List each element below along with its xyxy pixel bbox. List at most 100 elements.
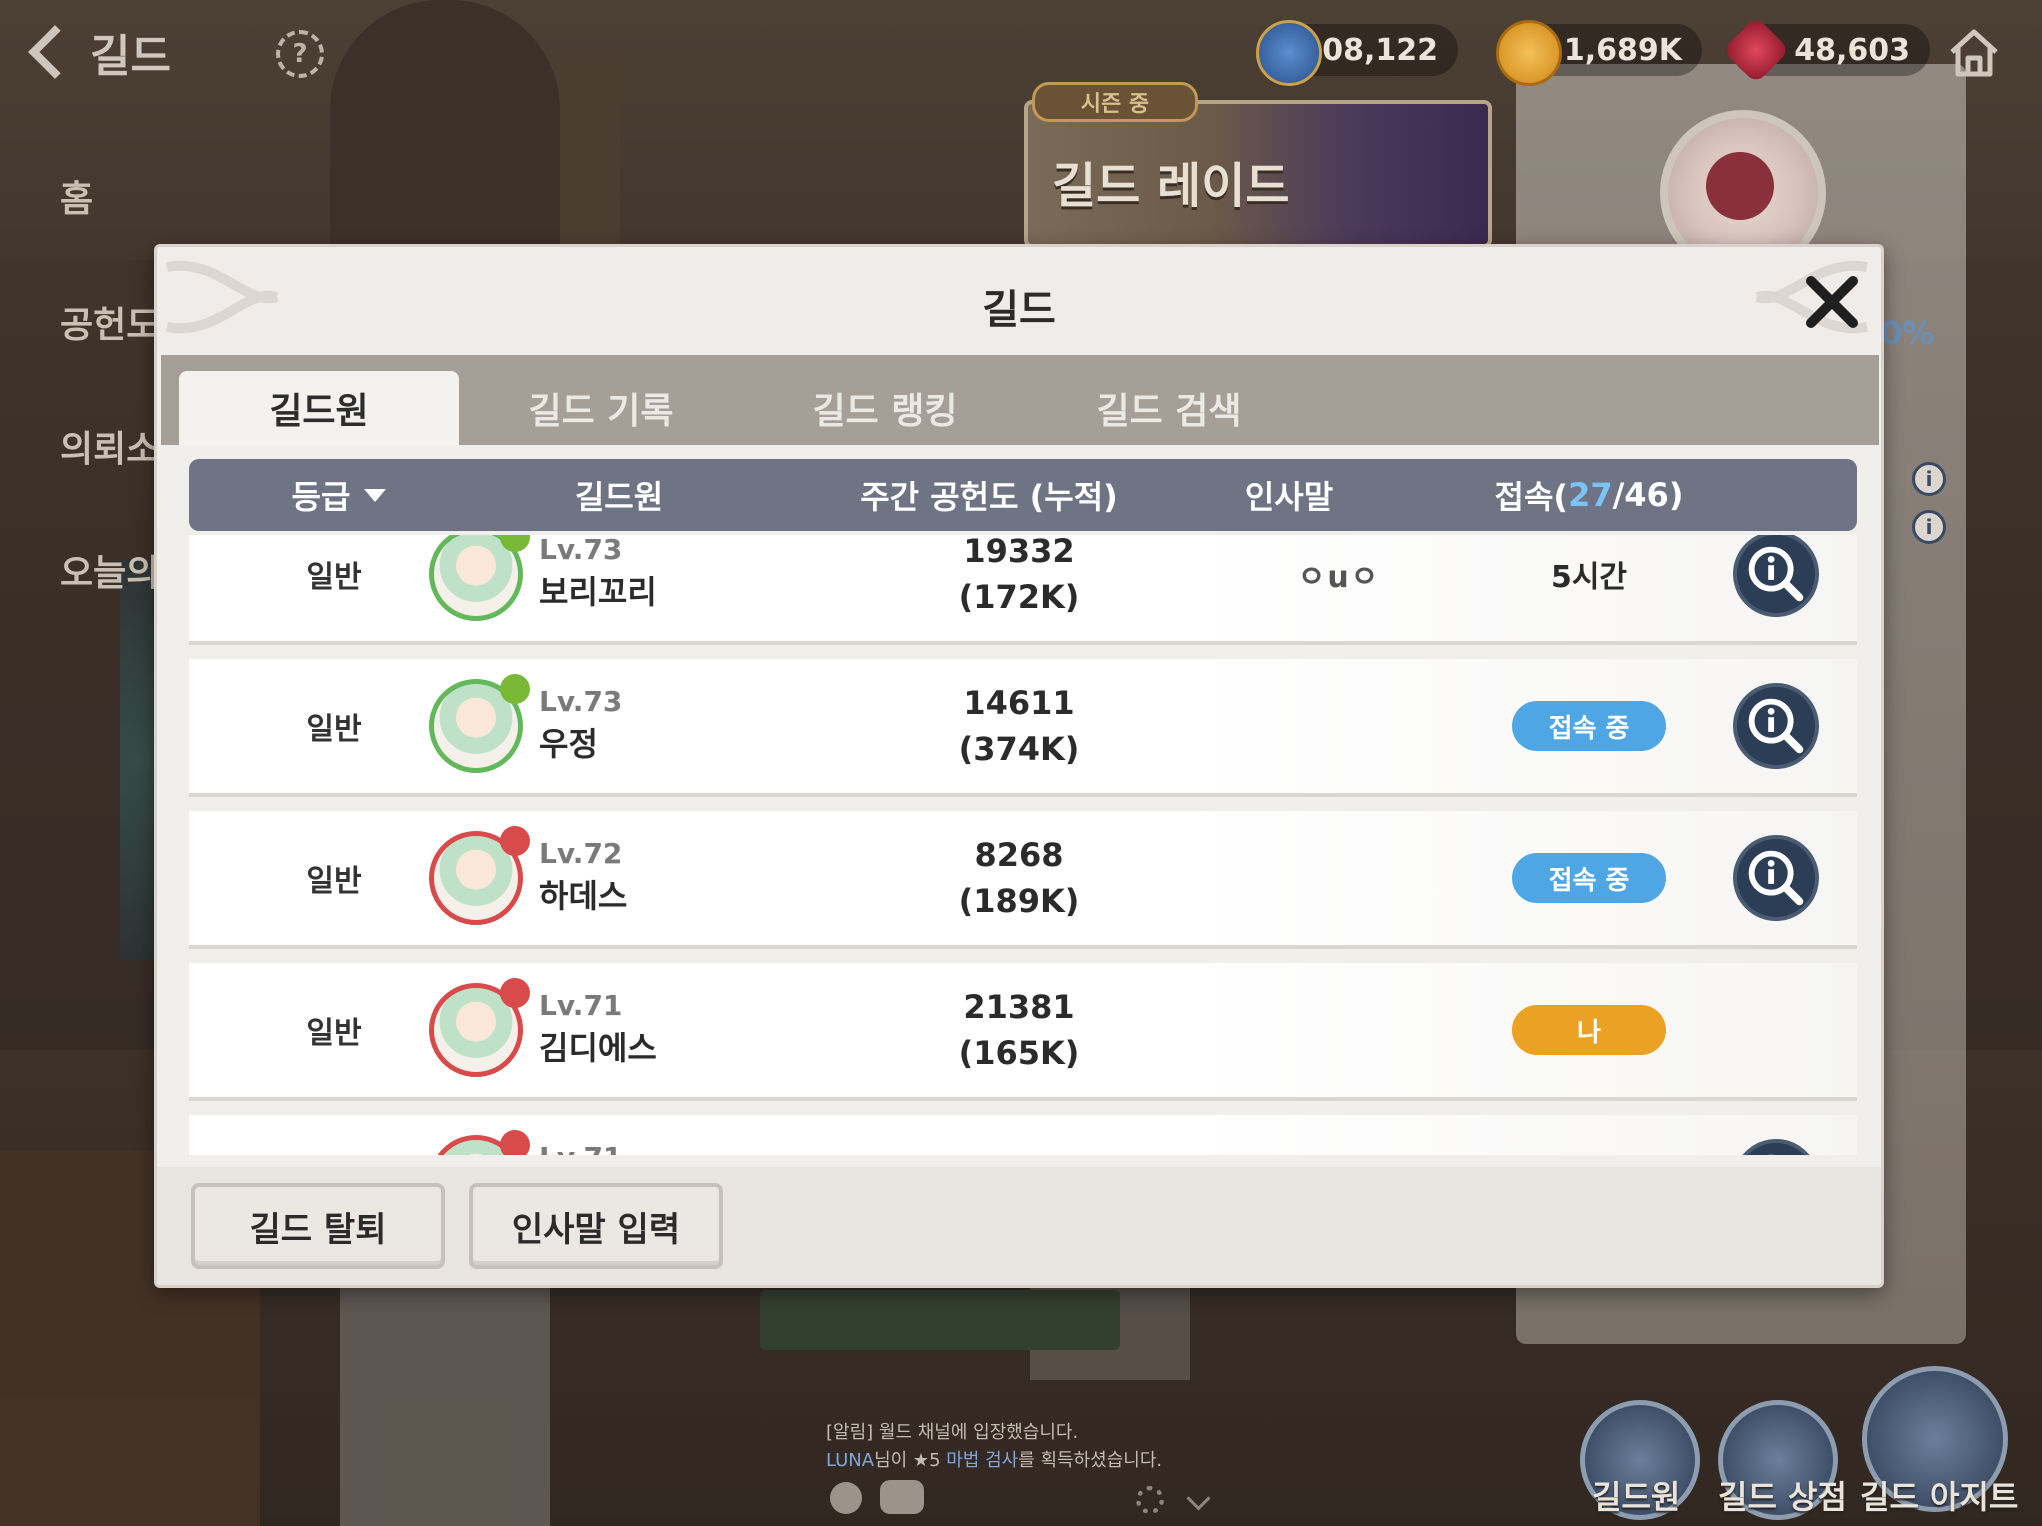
modal-header: 길드 [157, 247, 1881, 353]
member-level: Lv.71 [539, 1141, 622, 1155]
back-button[interactable]: 길드 [24, 22, 174, 82]
currency-gem: 48,603 [1722, 16, 1930, 84]
member-contribution: 12098 [889, 1115, 1149, 1155]
info-icon[interactable]: i [1912, 462, 1946, 496]
table-row[interactable]: 일반 Lv.73 우정 14611 (374K) 접속 중 [189, 659, 1857, 797]
member-detail-button[interactable] [1733, 683, 1819, 769]
weekly-contribution: 8268 [974, 836, 1064, 874]
magnifier-info-icon [1748, 546, 1804, 602]
member-detail-button[interactable] [1733, 1139, 1819, 1155]
progress-percent: 0% [1880, 314, 1935, 352]
emoji-icon[interactable] [830, 1482, 862, 1514]
leave-guild-button[interactable]: 길드 탈퇴 [191, 1183, 445, 1269]
member-avatar [429, 826, 530, 925]
currency-value: 48,603 [1794, 32, 1910, 68]
rank-badge-icon [500, 535, 530, 552]
member-name: 보리꼬리 [539, 573, 657, 611]
online-badge: 접속 중 [1512, 853, 1666, 903]
gem-icon [1722, 16, 1790, 84]
chat-user: LUNA [826, 1450, 875, 1471]
currency-guild-coin: 108,122 [1256, 20, 1458, 86]
member-avatar [429, 535, 530, 621]
enter-greeting-button[interactable]: 인사말 입력 [469, 1183, 723, 1269]
currency-gold: 1,689K [1496, 20, 1702, 86]
currency-value: 1,689K [1563, 32, 1682, 68]
table-row[interactable]: 일반 Lv.71 김디에스 21381 (165K) 나 [189, 963, 1857, 1101]
member-greeting: ㅇuㅇ [1297, 560, 1381, 595]
rank-badge-icon [500, 1130, 530, 1155]
member-grade: 일반 [306, 560, 362, 595]
chat-message: LUNA님이 ★5 마법 검사를 획득하셨습니다. [826, 1446, 1162, 1472]
home-icon[interactable] [1946, 24, 2002, 80]
nav-label: 길드원 [1592, 1478, 1681, 1516]
tab-records[interactable]: 길드 기록 [461, 371, 741, 445]
weekly-contribution: 19332 [963, 535, 1075, 570]
guild-coin-icon [1256, 20, 1322, 86]
side-menu-today[interactable]: 오늘의 [60, 544, 159, 596]
member-contribution: 8268 (189K) [889, 811, 1149, 945]
guild-modal: 길드 길드원 길드 기록 길드 랭킹 길드 검색 등급 길드원 주간 공헌도 (… [154, 244, 1884, 1288]
member-status: 5시간 [1489, 535, 1689, 641]
online-badge: 접속 중 [1512, 701, 1666, 751]
member-level: Lv.71 [539, 989, 623, 1022]
chat-icon[interactable] [880, 1480, 924, 1514]
rows-viewport[interactable]: 일반 Lv.73 보리꼬리 19332 (172K) ㅇuㅇ 5시간 일반 Lv… [157, 535, 1881, 1155]
chat-text: 님이 ★5 [874, 1450, 947, 1471]
table-row[interactable]: 일반 Lv.72 하데스 8268 (189K) 접속 중 [189, 811, 1857, 949]
member-grade: 일반 [306, 1016, 362, 1051]
member-level: Lv.73 [539, 535, 623, 566]
access-total-count: /46) [1612, 476, 1684, 514]
rank-badge-icon [500, 978, 530, 1008]
member-level: Lv.73 [539, 685, 623, 718]
rank-badge-icon [500, 826, 530, 856]
close-icon[interactable] [1797, 267, 1867, 337]
help-icon[interactable]: ? [276, 30, 324, 78]
info-icon[interactable]: i [1912, 510, 1946, 544]
tab-ranking[interactable]: 길드 랭킹 [745, 371, 1025, 445]
member-status: 나 [1489, 963, 1689, 1097]
header-member: 길드원 [574, 478, 664, 516]
tab-members[interactable]: 길드원 [179, 371, 459, 445]
me-badge: 나 [1512, 1005, 1666, 1055]
member-contribution: 14611 (374K) [889, 659, 1149, 793]
nav-label: 길드 상점 [1718, 1478, 1847, 1516]
settings-gear-icon[interactable] [1136, 1486, 1164, 1514]
sort-down-icon [364, 488, 387, 502]
member-status: 접속 중 [1489, 811, 1689, 945]
member-name: 우정 [539, 725, 598, 763]
magnifier-info-icon [1748, 850, 1804, 906]
side-menu-home[interactable]: 홈 [60, 170, 93, 222]
member-level: Lv.72 [539, 837, 623, 870]
member-name: 김디에스 [539, 1029, 657, 1067]
header-contribution: 주간 공헌도 (누적) [860, 478, 1118, 516]
tab-search[interactable]: 길드 검색 [1029, 371, 1309, 445]
member-status: 접속 중 [1489, 659, 1689, 793]
chevron-left-icon [28, 25, 82, 79]
member-detail-button[interactable] [1733, 835, 1819, 921]
screen-title: 길드 [90, 31, 171, 82]
chat-message: [알림] 월드 채널에 입장했습니다. [826, 1422, 1079, 1443]
cumulative-contribution: (172K) [958, 578, 1080, 616]
side-menu-requests[interactable]: 의뢰소 [60, 420, 159, 472]
tab-bar: 길드원 길드 기록 길드 랭킹 길드 검색 [161, 355, 1879, 445]
table-row[interactable]: 일반 Lv.73 보리꼬리 19332 (172K) ㅇuㅇ 5시간 [189, 535, 1857, 645]
magnifier-info-icon [1767, 1154, 1775, 1155]
weekly-contribution: 14611 [963, 684, 1075, 722]
cumulative-contribution: (165K) [958, 1034, 1080, 1072]
member-detail-button[interactable] [1733, 535, 1819, 617]
member-list[interactable]: 등급 길드원 주간 공헌도 (누적) 인사말 접속(27/46) 일반 Lv.7… [157, 445, 1881, 1155]
nav-label: 길드 아지트 [1860, 1478, 2019, 1516]
sort-grade-button[interactable]: 등급 [249, 459, 429, 531]
access-label: 접속( [1494, 478, 1569, 516]
access-online-count: 27 [1568, 476, 1613, 514]
gold-coin-icon [1496, 20, 1562, 86]
modal-title: 길드 [982, 287, 1056, 333]
member-grade: 일반 [306, 712, 362, 747]
side-menu-contribution[interactable]: 공헌도 [60, 296, 159, 348]
chat-item: 마법 검사 [946, 1450, 1019, 1471]
table-row[interactable]: Lv.71 12098 [189, 1115, 1857, 1155]
header-grade: 등급 [291, 478, 351, 516]
top-bar: 길드 ? 108,122 1,689K 48,603 [0, 0, 2042, 100]
member-greeting [1239, 963, 1439, 1097]
header-access: 접속(27/46) [1489, 459, 1689, 531]
